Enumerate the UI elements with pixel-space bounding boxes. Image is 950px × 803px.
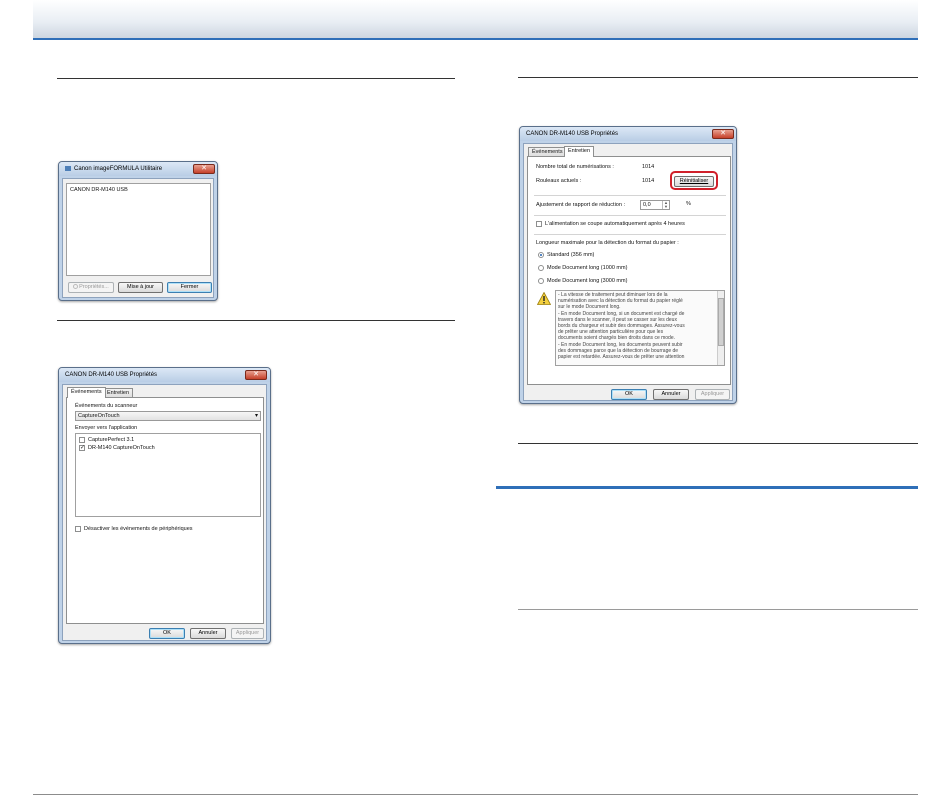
- tab-maintenance[interactable]: Entretien: [564, 146, 595, 157]
- update-button-label: Mise à jour: [127, 284, 154, 290]
- close-icon[interactable]: ✕: [712, 129, 734, 139]
- section-rule-middle-left: [57, 320, 455, 321]
- properties-icon: [73, 284, 79, 290]
- warning-scrollbar[interactable]: [717, 291, 724, 365]
- close-icon[interactable]: ✕: [245, 370, 267, 380]
- apply-button-label: Appliquer: [700, 391, 725, 397]
- reduction-ratio-label: Ajustement de rapport de réduction :: [536, 202, 625, 208]
- properties-button[interactable]: Propriétés...: [68, 282, 114, 293]
- radio-standard[interactable]: [538, 252, 544, 258]
- events-window-title: CANON DR-M140 USB Propriétés: [65, 372, 158, 378]
- utility-window: Canon imageFORMULA Utilitaire ✕ CANON DR…: [58, 161, 218, 301]
- reduction-ratio-value: 0,0: [643, 202, 651, 208]
- send-to-label: Envoyer vers l'application: [75, 425, 138, 431]
- auto-power-off-checkbox[interactable]: [536, 221, 542, 227]
- maintenance-window-client: Événements Entretien Nombre total de num…: [523, 143, 733, 401]
- section-rule-top-right: [518, 77, 918, 78]
- close-button-label: Fermer: [180, 284, 199, 290]
- rollers-value: 1014: [642, 178, 655, 184]
- section-rule-top-left: [57, 78, 455, 79]
- radio-long-1000-label: Mode Document long (1000 mm): [547, 265, 628, 271]
- tab-events[interactable]: Événements: [67, 387, 106, 398]
- reduction-unit: %: [686, 201, 691, 207]
- device-list[interactable]: CANON DR-M140 USB: [66, 183, 211, 276]
- cancel-button[interactable]: Annuler: [190, 628, 226, 639]
- app-checkbox-captureperfect[interactable]: [79, 437, 85, 443]
- apply-button[interactable]: Appliquer: [231, 628, 264, 639]
- disable-events-label: Désactiver les événements de périphériqu…: [84, 526, 193, 532]
- tab-maintenance-label: Entretien: [107, 390, 130, 396]
- page-header-rule: [33, 38, 918, 40]
- update-button[interactable]: Mise à jour: [118, 282, 163, 293]
- maintenance-window-titlebar: CANON DR-M140 USB Propriétés: [520, 127, 736, 141]
- device-list-item[interactable]: CANON DR-M140 USB: [70, 187, 128, 194]
- chevron-down-icon: ▾: [254, 413, 258, 419]
- events-window-titlebar: CANON DR-M140 USB Propriétés: [59, 368, 270, 382]
- utility-window-client: CANON DR-M140 USB Propriétés... Mise à j…: [62, 178, 214, 298]
- spinner-arrows-icon[interactable]: ▲ ▼: [662, 201, 669, 209]
- warning-text-box[interactable]: - La vitesse de traitement peut diminuer…: [555, 290, 725, 366]
- app-checkbox-captureontouch[interactable]: ✓: [79, 445, 85, 451]
- separator: [534, 215, 726, 216]
- applications-list: CapturePerfect 3.1 ✓ DR-M140 CaptureOnTo…: [75, 433, 261, 517]
- auto-power-off-label: L'alimentation se coupe automatiquement …: [545, 221, 685, 227]
- maintenance-window: CANON DR-M140 USB Propriétés ✕ Événement…: [519, 126, 737, 404]
- ok-button[interactable]: OK: [611, 389, 647, 400]
- warning-icon: [537, 292, 551, 305]
- radio-long-1000[interactable]: [538, 265, 544, 271]
- radio-long-3000-label: Mode Document long (3000 mm): [547, 278, 628, 284]
- reset-button-highlight: [670, 171, 718, 190]
- section-heading-rule: [496, 486, 918, 489]
- scanner-events-select[interactable]: CaptureOnTouch ▾: [75, 411, 261, 421]
- section-rule-bottom-right: [518, 609, 918, 610]
- page-header-band: [33, 0, 918, 40]
- warning-line: papier est retardée. Assurez-vous de prê…: [558, 354, 685, 361]
- close-icon[interactable]: ✕: [193, 164, 215, 174]
- ok-button-label: OK: [625, 391, 633, 397]
- close-button[interactable]: Fermer: [167, 282, 212, 293]
- events-tab-panel: Événements du scanneur CaptureOnTouch ▾ …: [66, 397, 264, 624]
- properties-button-label: Propriétés...: [79, 284, 109, 290]
- ok-button-label: OK: [163, 630, 171, 636]
- apply-button[interactable]: Appliquer: [695, 389, 730, 400]
- radio-long-3000[interactable]: [538, 278, 544, 284]
- reduction-ratio-spinbox[interactable]: 0,0 ▲ ▼: [640, 200, 670, 210]
- tab-events-label: Événements: [532, 149, 563, 155]
- scanner-events-select-value: CaptureOnTouch: [78, 413, 120, 419]
- page-footer-rule: [33, 794, 918, 795]
- total-scans-label: Nombre total de numérisations :: [536, 164, 614, 170]
- app-label-captureperfect: CapturePerfect 3.1: [88, 437, 135, 443]
- app-label-captureontouch: DR-M140 CaptureOnTouch: [88, 445, 155, 451]
- app-icon: [65, 165, 71, 171]
- utility-window-title: Canon imageFORMULA Utilitaire: [74, 166, 163, 172]
- rollers-label: Rouleaux actuels :: [536, 178, 582, 184]
- cancel-button-label: Annuler: [661, 391, 681, 397]
- events-window: CANON DR-M140 USB Propriétés ✕ Événement…: [58, 367, 271, 644]
- maintenance-tab-panel: Nombre total de numérisations : 1014 Rou…: [527, 156, 731, 385]
- tab-maintenance-label: Entretien: [568, 148, 591, 154]
- warning-text: - La vitesse de traitement peut diminuer…: [558, 292, 715, 360]
- max-length-label: Longueur maximale pour la détection du f…: [536, 240, 679, 246]
- total-scans-value: 1014: [642, 164, 655, 170]
- disable-events-checkbox[interactable]: [75, 526, 81, 532]
- separator: [534, 234, 726, 235]
- ok-button[interactable]: OK: [149, 628, 185, 639]
- cancel-button-label: Annuler: [198, 630, 218, 636]
- radio-standard-label: Standard (356 mm): [547, 252, 595, 258]
- apply-button-label: Appliquer: [235, 630, 260, 636]
- maintenance-window-title: CANON DR-M140 USB Propriétés: [526, 131, 619, 137]
- tab-events-label: Événements: [71, 389, 102, 395]
- scanner-events-label: Événements du scanneur: [75, 403, 138, 409]
- scrollbar-thumb[interactable]: [718, 298, 724, 346]
- separator: [534, 195, 726, 196]
- events-window-client: Événements Entretien Événements du scann…: [62, 384, 267, 641]
- cancel-button[interactable]: Annuler: [653, 389, 689, 400]
- section-rule-middle-right: [518, 443, 918, 444]
